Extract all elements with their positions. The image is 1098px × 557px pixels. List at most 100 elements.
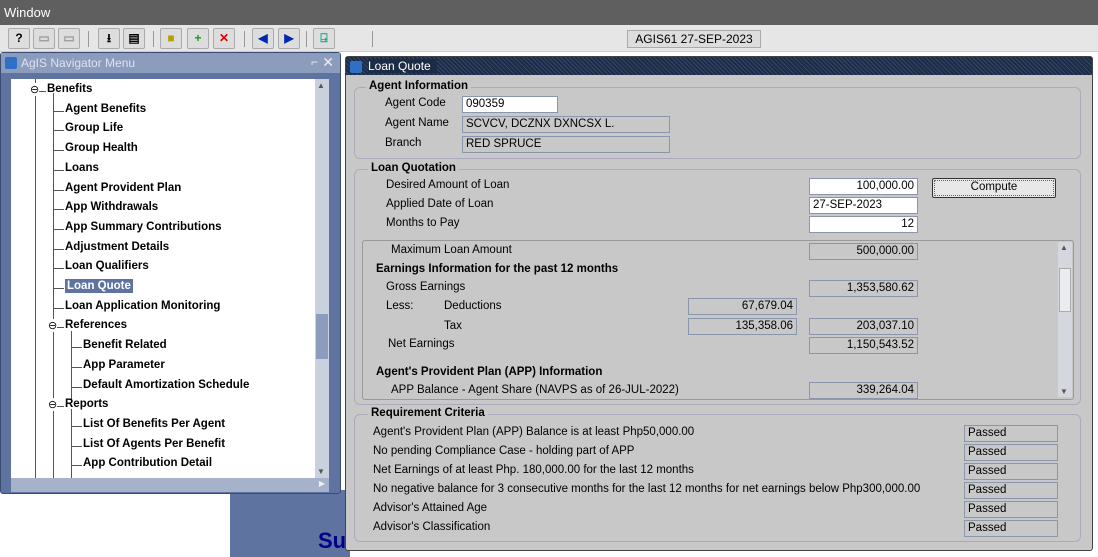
- agent-name-field: SCVCV, DCZNX DXNCSX L.: [462, 116, 670, 133]
- requirement-label: Advisor's Attained Age: [373, 502, 488, 514]
- menu-window[interactable]: Window: [4, 5, 50, 20]
- details-scrollbar[interactable]: ▲ ▼: [1058, 242, 1072, 397]
- agent-name-label: Agent Name: [385, 117, 449, 129]
- navigator-title: AgIS Navigator Menu: [21, 56, 136, 70]
- months-to-pay-label: Months to Pay: [386, 217, 460, 229]
- branch-field: RED SPRUCE: [462, 136, 670, 153]
- tree-item[interactable]: Group Life: [65, 122, 123, 134]
- tree-item[interactable]: Benefits: [47, 83, 92, 95]
- tree-item[interactable]: Loan Qualifiers: [65, 260, 149, 272]
- tree-item[interactable]: Loan Quote: [65, 279, 133, 293]
- loan-quote-titlebar[interactable]: Loan Quote: [346, 57, 1092, 75]
- background-heading: Su: [318, 528, 347, 553]
- requirement-status: Passed: [964, 501, 1058, 518]
- minimize-icon[interactable]: ⌐: [311, 55, 318, 69]
- window-icon: [350, 61, 362, 73]
- branch-label: Branch: [385, 137, 422, 149]
- agent-info-heading: Agent Information: [366, 80, 472, 92]
- loan-quote-window: Loan Quote Agent Information Agent Code …: [345, 56, 1093, 551]
- delete-window-icon[interactable]: ▭: [58, 28, 80, 49]
- tree-item[interactable]: App Parameter: [83, 359, 165, 371]
- next-icon[interactable]: ▶: [278, 28, 300, 49]
- tree-item[interactable]: Adjustment Details: [65, 241, 169, 253]
- exit-icon[interactable]: ⍈: [313, 28, 335, 49]
- navigator-titlebar[interactable]: AgIS Navigator Menu ⌐ ✕: [1, 53, 340, 73]
- desired-amount-input[interactable]: 100,000.00: [809, 178, 918, 195]
- window-icon: [5, 57, 17, 69]
- tree-item[interactable]: References: [65, 319, 127, 331]
- total-less-field: 203,037.10: [809, 318, 918, 335]
- max-loan-label: Maximum Loan Amount: [391, 244, 512, 256]
- print-icon[interactable]: ▤: [123, 28, 145, 49]
- requirement-status: Passed: [964, 425, 1058, 442]
- tree-item-label: Reports: [65, 398, 109, 411]
- tree-item-label: List Of Agents Per Benefit: [83, 437, 226, 450]
- tree-item-label: Agent Provident Plan: [65, 181, 182, 194]
- tree-item-label: Loans: [65, 161, 99, 174]
- tree-item[interactable]: Benefit Related: [83, 339, 167, 351]
- tree-item-label: Group Life: [65, 122, 124, 135]
- scroll-thumb[interactable]: [316, 314, 328, 359]
- tree-item-label: Group Health: [65, 142, 138, 155]
- tree-item-label: Benefit Related: [83, 339, 167, 352]
- toolbar: ? ▭ ▭ ⭳ ▤ ■ + ✕ ◀ ▶ ⍈: [0, 25, 1098, 52]
- vertical-scrollbar[interactable]: ▲ ▼: [315, 79, 329, 478]
- save-icon[interactable]: ■: [160, 28, 182, 49]
- requirement-label: Net Earnings of at least Php. 180,000.00…: [373, 464, 694, 476]
- tree-item[interactable]: List Of Benefits Per Agent: [83, 418, 225, 430]
- tree-item-label: Loan Qualifiers: [65, 260, 149, 273]
- tree-item[interactable]: Group Health: [65, 142, 138, 154]
- desired-amount-label: Desired Amount of Loan: [386, 179, 510, 191]
- requirements-heading: Requirement Criteria: [368, 407, 488, 419]
- agent-code-label: Agent Code: [385, 97, 446, 109]
- requirement-status: Passed: [964, 463, 1058, 480]
- horizontal-scrollbar[interactable]: ▶: [11, 478, 329, 492]
- tree-item[interactable]: Reports: [65, 398, 108, 410]
- tree-item[interactable]: List Of Agents Per Benefit: [83, 438, 225, 450]
- tree-item-label: App Parameter: [83, 358, 165, 371]
- tree-item-label: Default Amortization Schedule: [83, 378, 250, 391]
- agent-code-input[interactable]: 090359: [462, 96, 558, 113]
- tree-item-label: References: [65, 319, 128, 332]
- tree-item-label: App Contribution Detail: [83, 457, 213, 470]
- tree-item-label: List Of Benefits Per Agent: [83, 417, 226, 430]
- deductions-label: Deductions: [444, 300, 502, 312]
- tree-item[interactable]: Default Amortization Schedule: [83, 379, 249, 391]
- less-label: Less:: [386, 300, 414, 312]
- gross-earnings-label: Gross Earnings: [386, 281, 466, 293]
- compute-button[interactable]: Compute: [932, 178, 1056, 198]
- tree-item-label: App Withdrawals: [65, 201, 159, 214]
- scroll-thumb[interactable]: [1059, 268, 1071, 312]
- requirement-status: Passed: [964, 482, 1058, 499]
- close-icon[interactable]: ✕: [322, 54, 334, 71]
- collapse-icon[interactable]: ⊖: [48, 319, 58, 333]
- copy-icon[interactable]: ▭: [33, 28, 55, 49]
- navigator-window: AgIS Navigator Menu ⌐ ✕ Benefits ⊖ Agent B…: [0, 52, 341, 494]
- app-balance-label: APP Balance - Agent Share (NAVPS as of 2…: [391, 384, 679, 396]
- loan-quote-title: Loan Quote: [368, 59, 437, 73]
- collapse-icon[interactable]: ⊖: [48, 398, 58, 412]
- add-record-icon[interactable]: +: [187, 28, 209, 49]
- tree-item[interactable]: Loan Application Monitoring: [65, 300, 220, 312]
- tree-item[interactable]: Agent Benefits: [65, 103, 146, 115]
- tree-item-label: Loan Application Monitoring: [65, 299, 221, 312]
- collapse-icon[interactable]: ⊖: [30, 83, 40, 96]
- app-heading: Agent's Provident Plan (APP) Information: [376, 366, 603, 378]
- tree-item-label: Adjustment Details: [65, 240, 170, 253]
- download-icon[interactable]: ⭳: [98, 28, 120, 49]
- tree-item[interactable]: Agent Provident Plan: [65, 182, 181, 194]
- months-to-pay-input[interactable]: 12: [809, 216, 918, 233]
- tree-item[interactable]: App Summary Contributions: [65, 221, 222, 233]
- gross-earnings-field: 1,353,580.62: [809, 280, 918, 297]
- tree-item[interactable]: App Withdrawals: [65, 201, 158, 213]
- help-icon[interactable]: ?: [8, 28, 30, 49]
- session-status: AGIS61 27-SEP-2023: [627, 30, 761, 48]
- tree-item[interactable]: Loans: [65, 162, 99, 174]
- applied-date-input[interactable]: 27-SEP-2023: [809, 197, 918, 214]
- requirement-label: Agent's Provident Plan (APP) Balance is …: [373, 426, 695, 438]
- navigator-tree: Benefits ⊖ Agent Benefits Group Life Group H…: [11, 79, 315, 478]
- deductions-field: 67,679.04: [688, 298, 797, 315]
- previous-icon[interactable]: ◀: [252, 28, 274, 49]
- delete-record-icon[interactable]: ✕: [213, 28, 235, 49]
- tree-item[interactable]: App Contribution Detail: [83, 457, 212, 469]
